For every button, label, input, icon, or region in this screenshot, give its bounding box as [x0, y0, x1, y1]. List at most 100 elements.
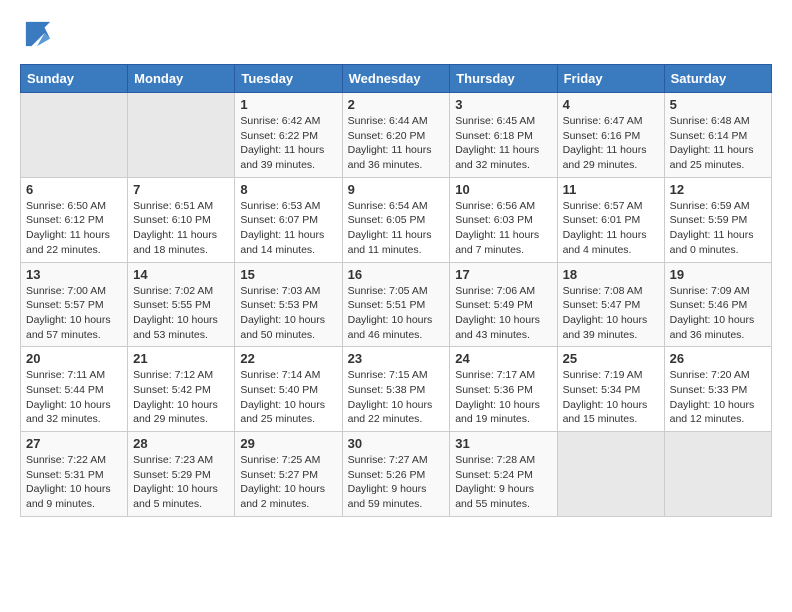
header-row: SundayMondayTuesdayWednesdayThursdayFrid…: [21, 65, 772, 93]
calendar-cell: 30Sunrise: 7:27 AMSunset: 5:26 PMDayligh…: [342, 432, 450, 517]
day-number: 5: [670, 97, 766, 112]
day-info: Sunrise: 7:28 AMSunset: 5:24 PMDaylight:…: [455, 453, 551, 512]
calendar-cell: 16Sunrise: 7:05 AMSunset: 5:51 PMDayligh…: [342, 262, 450, 347]
calendar-cell: 1 Sunrise: 6:42 AMSunset: 6:22 PMDaylight…: [235, 93, 342, 178]
calendar-cell: 26 Sunrise: 7:20 AMSunset: 5:33 PMDayligh…: [664, 347, 771, 432]
day-number: 2: [348, 97, 445, 112]
calendar-week-row: 20Sunrise: 7:11 AMSunset: 5:44 PMDayligh…: [21, 347, 772, 432]
day-number: 12: [670, 182, 766, 197]
day-number: 14: [133, 267, 229, 282]
day-info: Sunrise: 6:53 AMSunset: 6:07 PMDaylight:…: [240, 199, 336, 258]
day-info: Sunrise: 7:17 AMSunset: 5:36 PMDaylight:…: [455, 368, 551, 427]
day-number: 28: [133, 436, 229, 451]
day-info: Sunrise: 7:23 AMSunset: 5:29 PMDaylight:…: [133, 453, 229, 512]
logo-icon: [24, 20, 52, 48]
calendar-cell: 2 Sunrise: 6:44 AMSunset: 6:20 PMDaylight…: [342, 93, 450, 178]
calendar-cell: [128, 93, 235, 178]
header-day: Thursday: [450, 65, 557, 93]
day-number: 22: [240, 351, 336, 366]
day-info: Sunrise: 7:05 AMSunset: 5:51 PMDaylight:…: [348, 284, 445, 343]
calendar-cell: 6Sunrise: 6:50 AMSunset: 6:12 PMDaylight…: [21, 177, 128, 262]
calendar-cell: 22 Sunrise: 7:14 AMSunset: 5:40 PMDayligh…: [235, 347, 342, 432]
calendar-cell: 24 Sunrise: 7:17 AMSunset: 5:36 PMDayligh…: [450, 347, 557, 432]
day-number: 18: [563, 267, 659, 282]
day-info: Sunrise: 7:00 AMSunset: 5:57 PMDaylight:…: [26, 284, 122, 343]
day-number: 9: [348, 182, 445, 197]
calendar-cell: 31 Sunrise: 7:28 AMSunset: 5:24 PMDayligh…: [450, 432, 557, 517]
calendar-table: SundayMondayTuesdayWednesdayThursdayFrid…: [20, 64, 772, 517]
page-header: [20, 20, 772, 48]
day-number: 7: [133, 182, 229, 197]
day-info: Sunrise: 6:50 AMSunset: 6:12 PMDaylight:…: [26, 199, 122, 258]
calendar-cell: 27Sunrise: 7:22 AMSunset: 5:31 PMDayligh…: [21, 432, 128, 517]
header-day: Wednesday: [342, 65, 450, 93]
day-number: 11: [563, 182, 659, 197]
calendar-cell: 5 Sunrise: 6:48 AMSunset: 6:14 PMDaylight…: [664, 93, 771, 178]
calendar-cell: 20Sunrise: 7:11 AMSunset: 5:44 PMDayligh…: [21, 347, 128, 432]
header-day: Sunday: [21, 65, 128, 93]
day-info: Sunrise: 6:42 AMSunset: 6:22 PMDaylight:…: [240, 114, 336, 173]
day-number: 26: [670, 351, 766, 366]
calendar-week-row: 6Sunrise: 6:50 AMSunset: 6:12 PMDaylight…: [21, 177, 772, 262]
day-number: 21: [133, 351, 229, 366]
day-number: 13: [26, 267, 122, 282]
calendar-cell: [664, 432, 771, 517]
calendar-cell: 12 Sunrise: 6:59 AMSunset: 5:59 PMDayligh…: [664, 177, 771, 262]
calendar-cell: [557, 432, 664, 517]
day-number: 15: [240, 267, 336, 282]
calendar-cell: 11 Sunrise: 6:57 AMSunset: 6:01 PMDayligh…: [557, 177, 664, 262]
day-number: 4: [563, 97, 659, 112]
calendar-cell: 13 Sunrise: 7:00 AMSunset: 5:57 PMDayligh…: [21, 262, 128, 347]
day-info: Sunrise: 7:15 AMSunset: 5:38 PMDaylight:…: [348, 368, 445, 427]
day-info: Sunrise: 6:48 AMSunset: 6:14 PMDaylight:…: [670, 114, 766, 173]
day-info: Sunrise: 7:12 AMSunset: 5:42 PMDaylight:…: [133, 368, 229, 427]
calendar-cell: 14 Sunrise: 7:02 AMSunset: 5:55 PMDayligh…: [128, 262, 235, 347]
calendar-cell: 28 Sunrise: 7:23 AMSunset: 5:29 PMDayligh…: [128, 432, 235, 517]
day-info: Sunrise: 7:14 AMSunset: 5:40 PMDaylight:…: [240, 368, 336, 427]
day-number: 29: [240, 436, 336, 451]
calendar-cell: 15 Sunrise: 7:03 AMSunset: 5:53 PMDayligh…: [235, 262, 342, 347]
calendar-cell: [21, 93, 128, 178]
day-number: 23: [348, 351, 445, 366]
day-number: 3: [455, 97, 551, 112]
day-info: Sunrise: 6:59 AMSunset: 5:59 PMDaylight:…: [670, 199, 766, 258]
calendar-cell: 4Sunrise: 6:47 AMSunset: 6:16 PMDaylight…: [557, 93, 664, 178]
day-info: Sunrise: 7:27 AMSunset: 5:26 PMDaylight:…: [348, 453, 445, 512]
header-day: Friday: [557, 65, 664, 93]
day-info: Sunrise: 6:56 AMSunset: 6:03 PMDaylight:…: [455, 199, 551, 258]
day-number: 25: [563, 351, 659, 366]
day-number: 31: [455, 436, 551, 451]
calendar-week-row: 13 Sunrise: 7:00 AMSunset: 5:57 PMDayligh…: [21, 262, 772, 347]
calendar-cell: 29 Sunrise: 7:25 AMSunset: 5:27 PMDayligh…: [235, 432, 342, 517]
calendar-cell: 18 Sunrise: 7:08 AMSunset: 5:47 PMDayligh…: [557, 262, 664, 347]
day-number: 24: [455, 351, 551, 366]
header-day: Monday: [128, 65, 235, 93]
day-number: 20: [26, 351, 122, 366]
day-number: 17: [455, 267, 551, 282]
day-info: Sunrise: 6:57 AMSunset: 6:01 PMDaylight:…: [563, 199, 659, 258]
day-number: 1: [240, 97, 336, 112]
day-number: 10: [455, 182, 551, 197]
calendar-cell: 25 Sunrise: 7:19 AMSunset: 5:34 PMDayligh…: [557, 347, 664, 432]
day-info: Sunrise: 7:22 AMSunset: 5:31 PMDaylight:…: [26, 453, 122, 512]
day-info: Sunrise: 7:08 AMSunset: 5:47 PMDaylight:…: [563, 284, 659, 343]
calendar-cell: 9Sunrise: 6:54 AMSunset: 6:05 PMDaylight…: [342, 177, 450, 262]
day-info: Sunrise: 6:44 AMSunset: 6:20 PMDaylight:…: [348, 114, 445, 173]
day-info: Sunrise: 7:20 AMSunset: 5:33 PMDaylight:…: [670, 368, 766, 427]
calendar-cell: 17Sunrise: 7:06 AMSunset: 5:49 PMDayligh…: [450, 262, 557, 347]
day-info: Sunrise: 7:02 AMSunset: 5:55 PMDaylight:…: [133, 284, 229, 343]
day-info: Sunrise: 7:25 AMSunset: 5:27 PMDaylight:…: [240, 453, 336, 512]
calendar-week-row: 1 Sunrise: 6:42 AMSunset: 6:22 PMDaylight…: [21, 93, 772, 178]
header-day: Tuesday: [235, 65, 342, 93]
day-info: Sunrise: 7:09 AMSunset: 5:46 PMDaylight:…: [670, 284, 766, 343]
logo: [20, 20, 52, 48]
day-info: Sunrise: 6:45 AMSunset: 6:18 PMDaylight:…: [455, 114, 551, 173]
day-info: Sunrise: 7:19 AMSunset: 5:34 PMDaylight:…: [563, 368, 659, 427]
day-info: Sunrise: 6:51 AMSunset: 6:10 PMDaylight:…: [133, 199, 229, 258]
day-info: Sunrise: 7:03 AMSunset: 5:53 PMDaylight:…: [240, 284, 336, 343]
day-number: 19: [670, 267, 766, 282]
calendar-cell: 21 Sunrise: 7:12 AMSunset: 5:42 PMDayligh…: [128, 347, 235, 432]
calendar-cell: 7 Sunrise: 6:51 AMSunset: 6:10 PMDaylight…: [128, 177, 235, 262]
calendar-cell: 10 Sunrise: 6:56 AMSunset: 6:03 PMDayligh…: [450, 177, 557, 262]
calendar-cell: 8Sunrise: 6:53 AMSunset: 6:07 PMDaylight…: [235, 177, 342, 262]
